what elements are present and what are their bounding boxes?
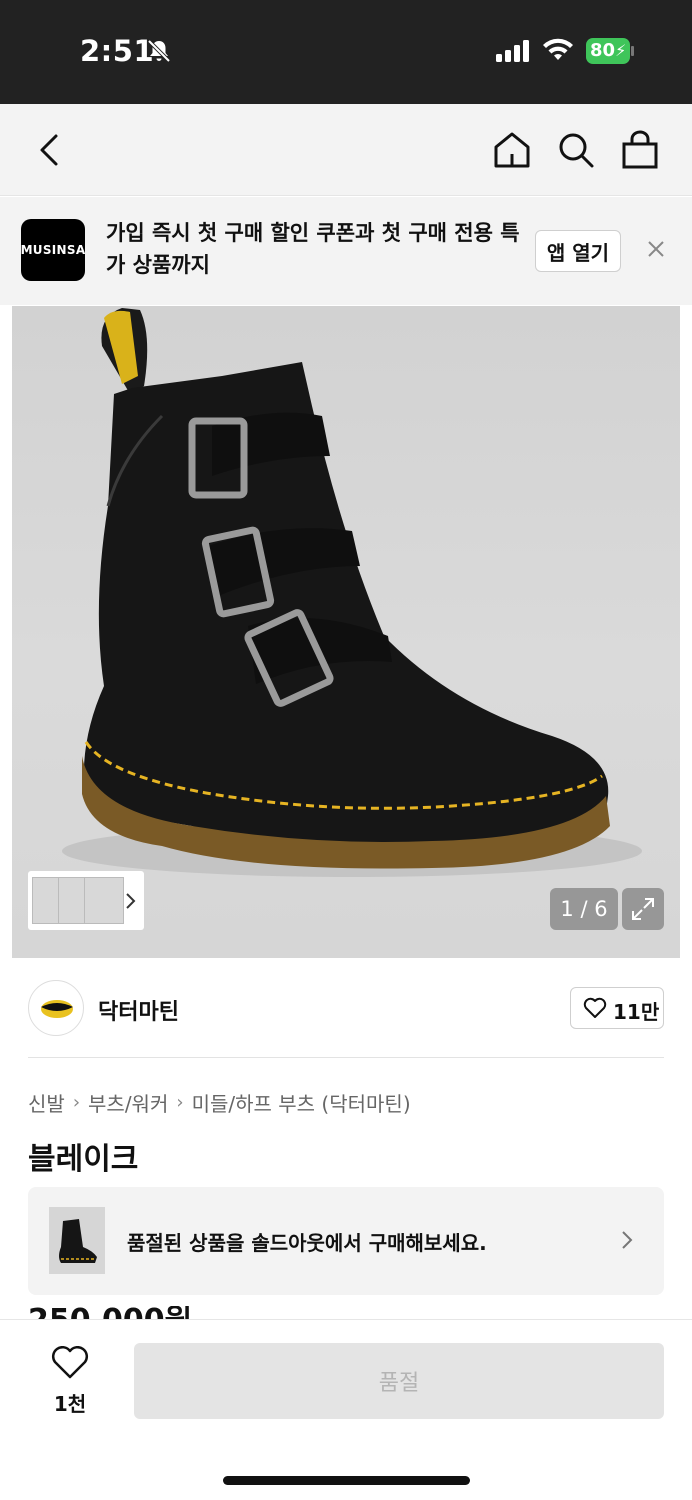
promo-message: 가입 즉시 첫 구매 할인 쿠폰과 첫 구매 전용 특가 상품까지 bbox=[106, 221, 520, 277]
product-price: 250,000원 bbox=[28, 1306, 192, 1320]
product-image-gallery[interactable]: 1 / 6 bbox=[12, 306, 680, 958]
expand-icon[interactable] bbox=[622, 888, 664, 930]
close-icon[interactable] bbox=[646, 239, 666, 263]
home-indicator bbox=[223, 1476, 470, 1485]
brand-like-button[interactable]: 11만 bbox=[570, 987, 664, 1029]
chevron-right-icon: › bbox=[72, 1092, 81, 1113]
bell-muted-icon bbox=[146, 38, 172, 68]
buy-button[interactable]: 품절 bbox=[134, 1343, 664, 1419]
breadcrumb-item[interactable]: 미들/하프 부츠 (닥터마틴) bbox=[192, 1088, 411, 1117]
top-nav-bar bbox=[0, 104, 692, 196]
home-icon[interactable] bbox=[492, 130, 532, 174]
open-app-button[interactable]: 앱 열기 bbox=[535, 230, 621, 272]
battery-icon: 80⚡ bbox=[586, 38, 634, 64]
heart-icon bbox=[51, 1346, 89, 1384]
bag-icon[interactable] bbox=[620, 130, 660, 174]
bottom-action-bar: 1천 품절 bbox=[0, 1319, 692, 1500]
back-icon[interactable] bbox=[34, 132, 64, 172]
battery-level: 80 bbox=[590, 40, 616, 61]
product-title: 블레이크 bbox=[28, 1142, 139, 1177]
breadcrumb-item[interactable]: 신발 bbox=[28, 1088, 65, 1117]
wishlist-count: 1천 bbox=[53, 1392, 87, 1416]
signal-icon bbox=[496, 40, 532, 66]
image-counter: 1 / 6 bbox=[550, 888, 618, 930]
thumbnail-strip[interactable] bbox=[28, 871, 144, 930]
status-bar: 2:51 80⚡ bbox=[0, 0, 692, 104]
breadcrumb-item[interactable]: 부츠/워커 bbox=[88, 1088, 168, 1117]
app-promo-banner: MUSINSA 가입 즉시 첫 구매 할인 쿠폰과 첫 구매 전용 특가 상품까… bbox=[0, 197, 692, 305]
brand-row: 닥터마틴 11만 bbox=[28, 980, 664, 1058]
soldout-banner[interactable]: 품절된 상품을 솔드아웃에서 구매해보세요. bbox=[28, 1187, 664, 1295]
musinsa-logo: MUSINSA bbox=[21, 219, 85, 281]
thumbnail[interactable] bbox=[84, 877, 124, 924]
status-time: 2:51 bbox=[80, 34, 155, 68]
product-thumbnail bbox=[49, 1207, 105, 1274]
wifi-icon bbox=[542, 38, 574, 66]
heart-icon bbox=[583, 997, 607, 1023]
search-icon[interactable] bbox=[556, 130, 596, 174]
brand-logo[interactable] bbox=[28, 980, 84, 1036]
chevron-right-icon bbox=[620, 1229, 634, 1255]
chevron-right-icon[interactable] bbox=[124, 891, 136, 915]
brand-name[interactable]: 닥터마틴 bbox=[98, 994, 179, 1026]
product-boot-image bbox=[62, 308, 642, 877]
wishlist-button[interactable]: 1천 bbox=[40, 1346, 100, 1416]
soldout-banner-text: 품절된 상품을 솔드아웃에서 구매해보세요. bbox=[127, 1231, 487, 1255]
chevron-right-icon: › bbox=[176, 1092, 184, 1113]
breadcrumb: 신발 › 부츠/워커 › 미들/하프 부츠 (닥터마틴) bbox=[28, 1088, 411, 1117]
brand-like-count: 11만 bbox=[613, 1000, 660, 1024]
